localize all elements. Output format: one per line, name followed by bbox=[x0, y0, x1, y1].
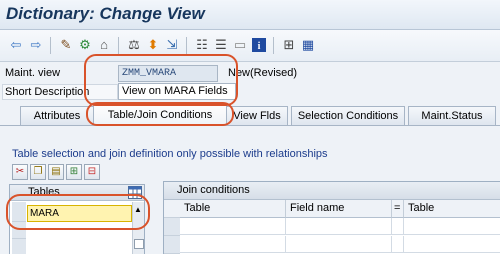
back-arrow-icon[interactable]: ⇦ bbox=[8, 37, 24, 53]
toolbar-separator bbox=[50, 37, 51, 54]
row-selector[interactable] bbox=[164, 218, 180, 236]
join-conditions-table: Join conditions Table Field name = Table bbox=[163, 181, 500, 254]
join-cell[interactable] bbox=[180, 218, 286, 235]
join-cell[interactable] bbox=[180, 236, 286, 253]
join-cell[interactable] bbox=[286, 236, 392, 253]
insert-row-icon[interactable]: ⊞ bbox=[66, 164, 82, 180]
toolbar-separator bbox=[273, 37, 274, 54]
row-checkbox[interactable] bbox=[134, 239, 144, 249]
test-icon[interactable]: ⇲ bbox=[164, 37, 180, 53]
application-toolbar: ⇦ ⇨ ✎ ⚙ ⌂ ⚖ ⬍ ⇲ ☷ ☰ ▭ i ⊞ ▦ bbox=[0, 30, 500, 62]
table-icon[interactable]: ▦ bbox=[300, 37, 316, 53]
display-change-icon[interactable]: ✎ bbox=[58, 37, 74, 53]
column-header-equals[interactable]: = bbox=[392, 200, 404, 218]
join-cell[interactable] bbox=[392, 236, 404, 253]
object-list-icon[interactable]: ☷ bbox=[194, 37, 210, 53]
column-header-field-name[interactable]: Field name bbox=[286, 200, 392, 218]
tab-maint-status[interactable]: Maint.Status bbox=[408, 106, 496, 126]
forward-arrow-icon[interactable]: ⇨ bbox=[28, 37, 44, 53]
join-cell[interactable] bbox=[286, 218, 392, 235]
table-join-panel: Table selection and join definition only… bbox=[0, 125, 500, 254]
cut-icon[interactable]: ✂ bbox=[12, 164, 28, 180]
other-object-icon[interactable]: ⚙ bbox=[77, 37, 93, 53]
window-title: Dictionary: Change View bbox=[6, 4, 205, 23]
svg-text:i: i bbox=[258, 41, 261, 52]
copy-icon[interactable]: ❐ bbox=[30, 164, 46, 180]
check-icon[interactable]: ⚖ bbox=[126, 37, 142, 53]
column-header-table[interactable]: Table bbox=[180, 200, 286, 218]
hierarchy-icon[interactable]: ☰ bbox=[213, 37, 229, 53]
highlight-ring-tab bbox=[86, 102, 234, 126]
maint-view-label: Maint. view bbox=[5, 67, 61, 79]
display-object-list-icon[interactable]: ▭ bbox=[232, 37, 248, 53]
technical-settings-icon[interactable]: ⊞ bbox=[281, 37, 297, 53]
join-cell[interactable] bbox=[404, 218, 500, 235]
activate-icon[interactable]: ⌂ bbox=[96, 37, 112, 53]
tab-view-flds[interactable]: View Flds bbox=[226, 106, 288, 126]
where-used-icon[interactable]: ⬍ bbox=[145, 37, 161, 53]
short-desc-label: Short Description bbox=[5, 86, 90, 98]
table-buttons: ✂ ❐ ▤ ⊞ ⊟ bbox=[12, 164, 100, 180]
column-header-table-2[interactable]: Table bbox=[404, 200, 500, 218]
highlight-ring-tables bbox=[6, 194, 150, 230]
join-conditions-title: Join conditions bbox=[177, 184, 250, 196]
join-conditions-title-bar: Join conditions bbox=[164, 182, 500, 200]
toolbar-separator bbox=[186, 37, 187, 54]
highlight-ring-header bbox=[84, 54, 238, 106]
delete-row-icon[interactable]: ⊟ bbox=[84, 164, 100, 180]
tab-selection-conditions[interactable]: Selection Conditions bbox=[291, 106, 405, 126]
paste-icon[interactable]: ▤ bbox=[48, 164, 64, 180]
toolbar-separator bbox=[118, 37, 119, 54]
tab-attributes[interactable]: Attributes bbox=[20, 106, 94, 126]
view-status: New(Revised) bbox=[228, 67, 298, 79]
title-bar: Dictionary: Change View bbox=[0, 0, 500, 30]
join-cell[interactable] bbox=[392, 218, 404, 235]
tab-strip: Attributes Table/Join Conditions View Fl… bbox=[0, 104, 500, 127]
row-selector[interactable] bbox=[164, 236, 180, 254]
join-cell[interactable] bbox=[404, 236, 500, 253]
row-selector[interactable] bbox=[12, 239, 26, 254]
relationship-info-text: Table selection and join definition only… bbox=[12, 148, 328, 160]
info-icon[interactable]: i bbox=[251, 37, 267, 53]
row-selector-header bbox=[164, 200, 180, 218]
header-fields: Maint. view ZMM_VMARA New(Revised) Short… bbox=[0, 62, 500, 104]
